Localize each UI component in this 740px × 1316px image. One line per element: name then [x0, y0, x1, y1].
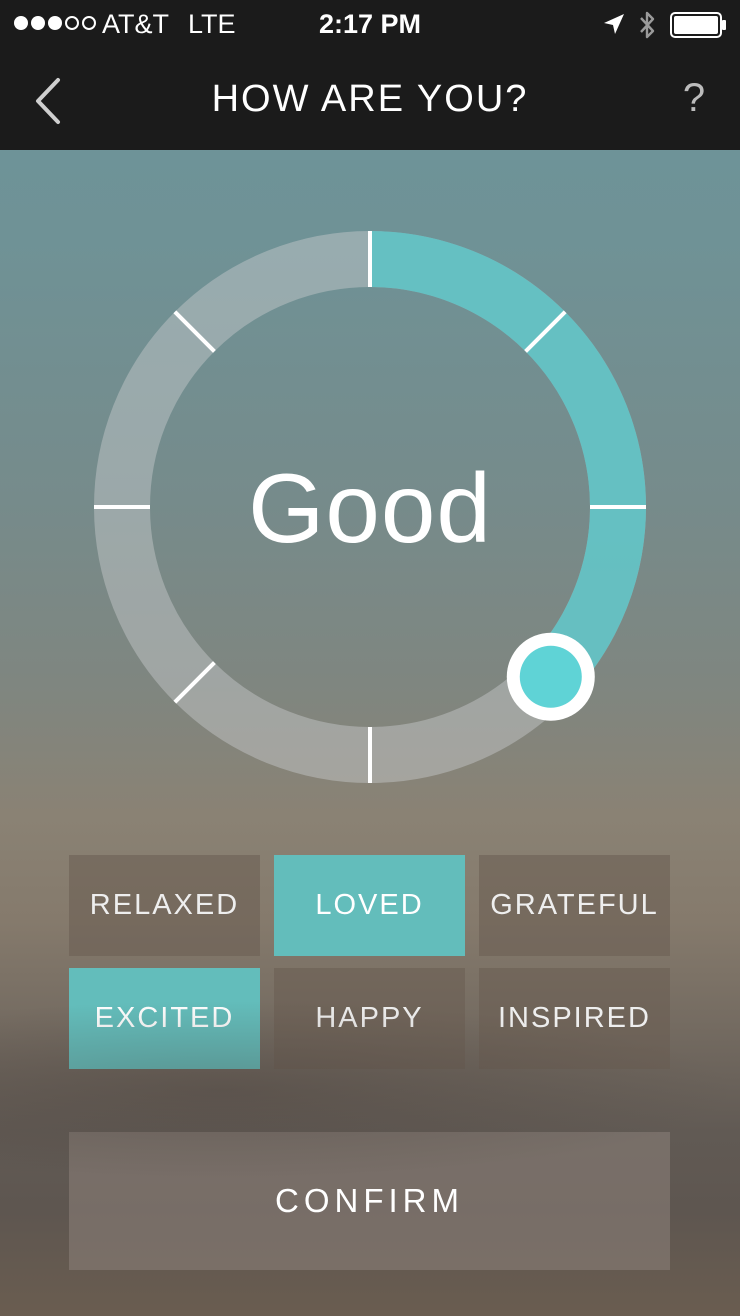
dial-knob[interactable] [519, 645, 582, 708]
mood-option-grateful[interactable]: GRATEFUL [479, 855, 670, 956]
mood-option-label: LOVED [315, 889, 424, 921]
mood-option-loved[interactable]: LOVED [274, 855, 465, 956]
mood-option-label: HAPPY [315, 1002, 424, 1034]
status-bar: AT&T LTE 2:17 PM [0, 0, 740, 50]
location-arrow-icon [604, 14, 624, 34]
mood-option-happy[interactable]: HAPPY [274, 968, 465, 1069]
help-button[interactable]: ? [672, 76, 716, 121]
mood-option-label: INSPIRED [498, 1002, 651, 1034]
confirm-label: CONFIRM [275, 1182, 464, 1219]
mood-option-label: EXCITED [94, 1002, 235, 1034]
mood-option-relaxed[interactable]: RELAXED [69, 855, 260, 956]
mood-option-label: RELAXED [89, 889, 240, 921]
navigation-bar: HOW ARE YOU? ? [0, 50, 740, 150]
mood-screen: AT&T LTE 2:17 PM HOW ARE YOU? ? Good REL… [0, 0, 740, 1316]
bluetooth-icon [640, 11, 655, 39]
status-time: 2:17 PM [318, 9, 422, 39]
confirm-button[interactable]: CONFIRM [69, 1132, 670, 1270]
mood-option-inspired[interactable]: INSPIRED [479, 968, 670, 1069]
mood-dial[interactable]: Good [0, 150, 740, 850]
battery-icon [670, 12, 726, 38]
mood-option-label: GRATEFUL [490, 889, 659, 921]
mood-value: Good [248, 453, 492, 563]
page-title: HOW ARE YOU? [211, 78, 529, 120]
mood-option-excited[interactable]: EXCITED [69, 968, 260, 1069]
